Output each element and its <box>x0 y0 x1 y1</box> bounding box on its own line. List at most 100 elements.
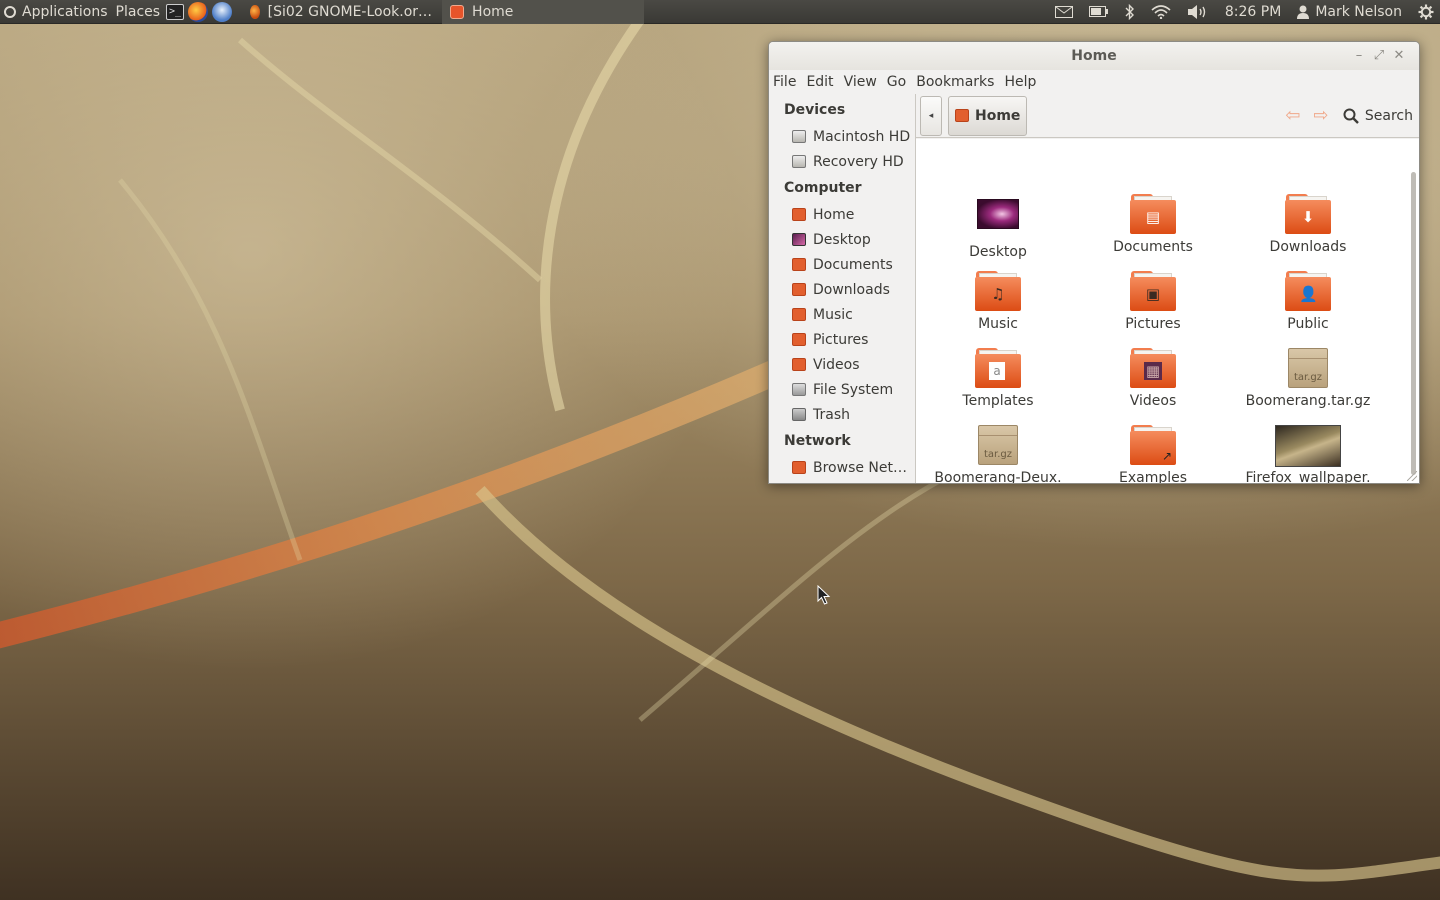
mouse-pointer-icon <box>817 585 831 605</box>
firefox-icon[interactable] <box>188 1 209 22</box>
sidebar-item-music[interactable]: Music <box>769 302 915 327</box>
clock[interactable]: 8:26 PM <box>1225 4 1281 20</box>
sidebar-item-home[interactable]: Home <box>769 202 915 227</box>
sidebar-item-label: Macintosh HD <box>813 128 911 145</box>
downloads-folder-icon <box>792 283 806 296</box>
file-item-label: Examples <box>1118 470 1188 483</box>
menu-file[interactable]: File <box>773 74 802 90</box>
path-bar-scroll-left-button[interactable]: ◂ <box>920 95 942 136</box>
power-gear-icon[interactable] <box>1418 4 1434 20</box>
icon-view[interactable]: Desktop ▤ Documents ⬇ Downloads ♫ Music <box>916 139 1419 483</box>
sidebar-item-label: Documents <box>813 256 893 273</box>
file-item-boomerang-archive[interactable]: tar.gz Boomerang.tar.gz <box>1233 348 1383 410</box>
file-item-label: Videos <box>1129 393 1177 409</box>
sidebar-item-macintosh-hd[interactable]: Macintosh HD <box>769 124 915 149</box>
sidebar-item-label: Videos <box>813 356 860 373</box>
file-item-public[interactable]: 👤 Public <box>1233 271 1383 333</box>
taskbar-item-label: Home <box>472 3 514 20</box>
user-name: Mark Nelson <box>1315 3 1402 20</box>
hard-drive-icon <box>792 155 806 168</box>
home-folder-icon <box>792 208 806 221</box>
sidebar-item-label: Recovery HD <box>813 153 904 170</box>
battery-icon[interactable] <box>1088 6 1109 17</box>
file-item-music[interactable]: ♫ Music <box>923 271 1073 333</box>
close-icon[interactable]: ✕ <box>1389 46 1409 66</box>
file-item-pictures[interactable]: ▣ Pictures <box>1078 271 1228 333</box>
main-pane: ◂ Home ⇦ ⇨ Search Desktop ▤ Documents ⬇ … <box>916 94 1419 483</box>
file-item-label: Boomerang.tar.gz <box>1245 393 1371 409</box>
file-item-desktop[interactable]: Desktop <box>923 194 1073 261</box>
sidebar-item-file-system[interactable]: File System <box>769 377 915 402</box>
file-system-icon <box>792 383 806 396</box>
pictures-folder-icon: ▣ <box>1130 271 1176 311</box>
public-folder-icon: 👤 <box>1285 271 1331 311</box>
taskbar-item-firefox[interactable]: [Si02 GNOME-Look.or… <box>242 0 440 24</box>
places-sidebar: Devices Macintosh HD Recovery HD Compute… <box>769 94 916 483</box>
desktop-icon <box>792 233 806 246</box>
menu-view[interactable]: View <box>844 74 883 90</box>
user-menu[interactable]: Mark Nelson <box>1297 4 1402 20</box>
desktop-icon <box>975 199 1021 239</box>
window-titlebar[interactable]: Home – ⤢ ✕ <box>769 42 1419 70</box>
path-bar-home-label: Home <box>975 107 1021 124</box>
forward-arrow-icon[interactable]: ⇨ <box>1307 105 1335 126</box>
file-manager-window: Home – ⤢ ✕ File Edit View Go Bookmarks H… <box>768 41 1420 484</box>
sidebar-item-label: Music <box>813 306 853 323</box>
sidebar-item-label: File System <box>813 381 894 398</box>
file-item-label: Music <box>978 316 1018 332</box>
minimize-icon[interactable]: – <box>1349 46 1369 66</box>
sidebar-item-videos[interactable]: Videos <box>769 352 915 377</box>
menu-go[interactable]: Go <box>887 74 912 90</box>
places-menu[interactable]: Places <box>112 0 165 24</box>
archive-icon: tar.gz <box>1285 348 1331 388</box>
user-icon <box>1297 5 1310 19</box>
file-item-boomerang-deux-archive[interactable]: tar.gz Boomerang-Deux. tar.gz <box>923 425 1073 483</box>
thunderbird-icon[interactable] <box>212 1 233 22</box>
sidebar-item-label: Home <box>813 206 855 223</box>
taskbar-item-home[interactable]: Home <box>442 0 645 24</box>
volume-icon[interactable] <box>1187 4 1209 20</box>
file-item-videos[interactable]: ▦ Videos <box>1078 348 1228 410</box>
maximize-icon[interactable]: ⤢ <box>1369 46 1389 66</box>
sidebar-item-pictures[interactable]: Pictures <box>769 327 915 352</box>
taskbar-item-label: [Si02 GNOME-Look.or… <box>267 3 433 20</box>
file-item-templates[interactable]: a Templates <box>923 348 1073 410</box>
bluetooth-icon[interactable] <box>1125 3 1135 20</box>
search-label: Search <box>1364 107 1413 124</box>
search-icon <box>1343 108 1359 124</box>
menu-edit[interactable]: Edit <box>806 74 839 90</box>
applications-menu[interactable]: Applications <box>0 0 112 24</box>
sidebar-item-label: Browse Net… <box>813 459 908 476</box>
file-item-downloads[interactable]: ⬇ Downloads <box>1233 194 1383 256</box>
sidebar-item-documents[interactable]: Documents <box>769 252 915 277</box>
wifi-icon[interactable] <box>1151 4 1171 19</box>
resize-grip[interactable] <box>1407 471 1417 481</box>
archive-label: tar.gz <box>1293 372 1323 383</box>
path-bar-home-button[interactable]: Home <box>948 95 1028 136</box>
search-button[interactable]: Search <box>1343 108 1413 124</box>
videos-folder-icon <box>792 358 806 371</box>
archive-label: tar.gz <box>983 449 1013 460</box>
sidebar-item-trash[interactable]: Trash <box>769 402 915 427</box>
mail-icon[interactable] <box>1054 5 1073 18</box>
sidebar-item-desktop[interactable]: Desktop <box>769 227 915 252</box>
file-item-label: Desktop <box>969 244 1027 260</box>
file-item-examples[interactable]: ↗ Examples <box>1078 425 1228 483</box>
scrollbar[interactable] <box>1411 172 1416 475</box>
sidebar-item-recovery-hd[interactable]: Recovery HD <box>769 149 915 174</box>
menu-bar: File Edit View Go Bookmarks Help <box>769 70 1419 94</box>
applications-label: Applications <box>22 3 108 20</box>
sidebar-item-downloads[interactable]: Downloads <box>769 277 915 302</box>
menu-help[interactable]: Help <box>1004 74 1042 90</box>
terminal-icon[interactable]: >_ <box>166 3 185 20</box>
back-arrow-icon[interactable]: ⇦ <box>1279 105 1307 126</box>
sidebar-heading-network: Network <box>784 433 851 449</box>
sidebar-heading-devices: Devices <box>784 102 846 118</box>
downloads-folder-icon: ⬇ <box>1285 194 1331 234</box>
file-item-firefox-wallpaper[interactable]: Firefox_wallpaper. png <box>1233 425 1383 483</box>
menu-bookmarks[interactable]: Bookmarks <box>916 74 1000 90</box>
music-folder-icon <box>792 308 806 321</box>
sidebar-item-browse-network[interactable]: Browse Net… <box>769 455 915 480</box>
file-item-documents[interactable]: ▤ Documents <box>1078 194 1228 256</box>
places-label: Places <box>115 3 161 20</box>
